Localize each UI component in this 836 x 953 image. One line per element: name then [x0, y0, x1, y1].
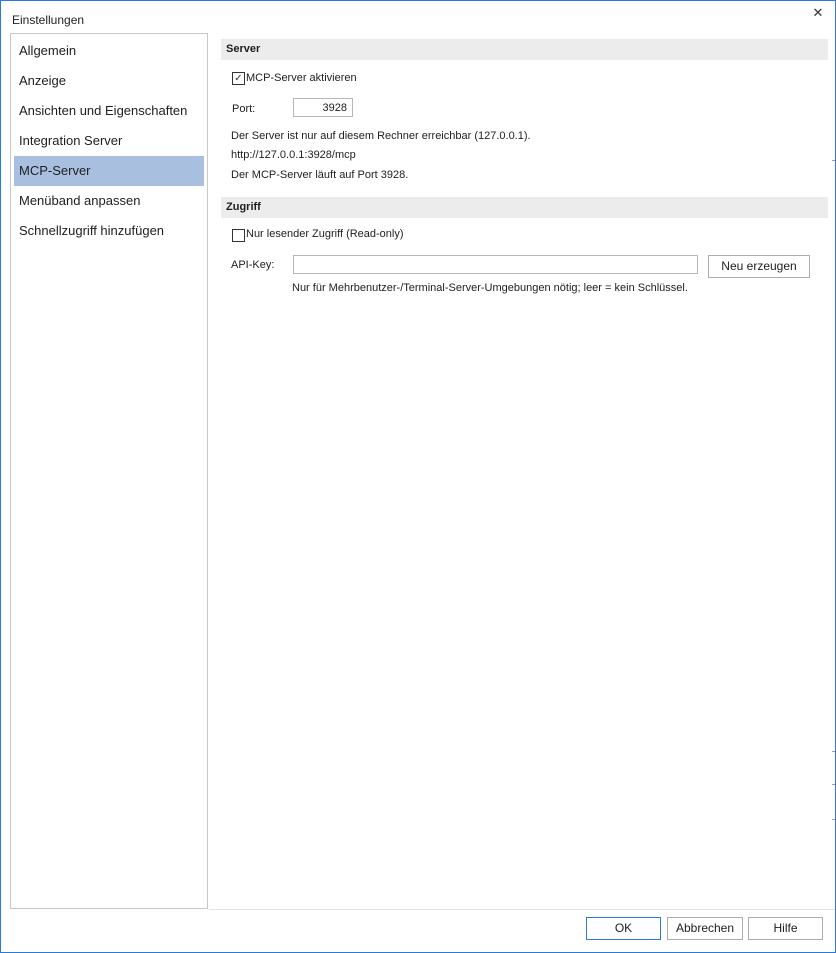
readonly-label[interactable]: Nur lesender Zugriff (Read-only): [246, 228, 404, 240]
window-edge-tick: [832, 784, 835, 785]
api-key-hint: Nur für Mehrbenutzer-/Terminal-Server-Um…: [292, 282, 688, 294]
sidebar-item-allgemein[interactable]: Allgemein: [14, 36, 204, 66]
window-edge-tick: [832, 751, 835, 752]
server-info-port: Der MCP-Server läuft auf Port 3928.: [231, 169, 409, 181]
api-key-input[interactable]: [293, 255, 698, 274]
server-info-reachability: Der Server ist nur auf diesem Rechner er…: [231, 130, 531, 142]
window-edge-tick: [832, 819, 835, 820]
section-header-access: Zugriff: [221, 197, 828, 218]
enable-server-label[interactable]: MCP-Server aktivieren: [246, 72, 357, 84]
sidebar-item-anzeige[interactable]: Anzeige: [14, 66, 204, 96]
sidebar-item-menueband[interactable]: Menüband anpassen: [14, 186, 204, 216]
port-label: Port:: [232, 103, 256, 115]
enable-server-checkbox[interactable]: ✓: [232, 72, 245, 85]
settings-nav: Allgemein Anzeige Ansichten und Eigensch…: [10, 33, 208, 909]
ok-button[interactable]: OK: [586, 917, 661, 940]
close-icon[interactable]: ✕: [807, 4, 829, 22]
sidebar-item-mcp-server[interactable]: MCP-Server: [14, 156, 204, 186]
readonly-checkbox[interactable]: [232, 229, 245, 242]
section-header-server: Server: [221, 39, 828, 60]
cancel-button[interactable]: Abbrechen: [667, 917, 743, 940]
window-edge-tick: [832, 160, 835, 161]
api-key-label: API-Key:: [231, 259, 275, 271]
help-button[interactable]: Hilfe: [748, 917, 823, 940]
footer-divider: [209, 909, 835, 910]
sidebar-item-schnellzugriff[interactable]: Schnellzugriff hinzufügen: [14, 216, 204, 246]
settings-dialog: Einstellungen ✕ Allgemein Anzeige Ansich…: [0, 0, 836, 953]
port-input[interactable]: [293, 98, 353, 117]
server-info-url: http://127.0.0.1:3928/mcp: [231, 149, 356, 161]
title-bar: Einstellungen ✕: [1, 1, 835, 33]
regenerate-key-button[interactable]: Neu erzeugen: [708, 255, 810, 278]
sidebar-item-integration-server[interactable]: Integration Server: [14, 126, 204, 156]
sidebar-item-ansichten[interactable]: Ansichten und Eigenschaften: [14, 96, 204, 126]
window-title: Einstellungen: [12, 13, 85, 27]
